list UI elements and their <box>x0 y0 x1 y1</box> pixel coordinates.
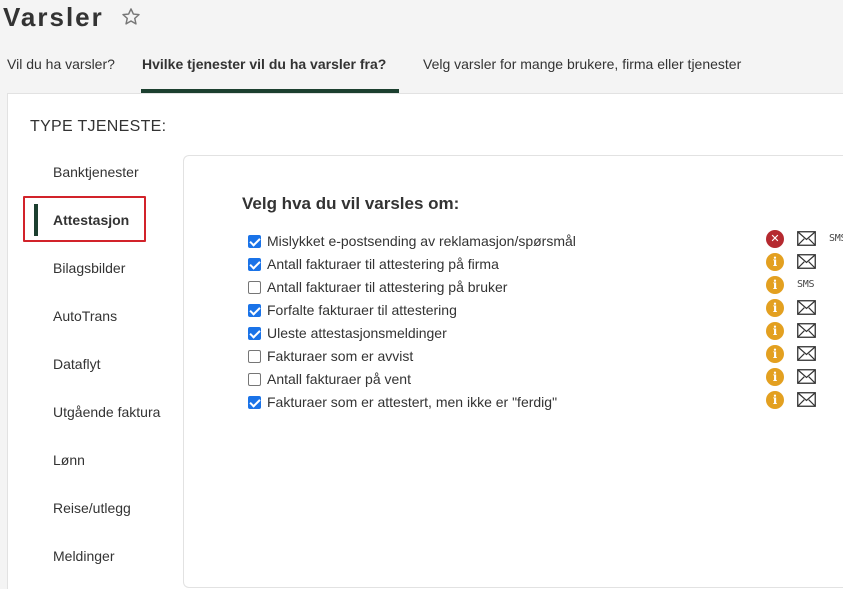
main-panel: TYPE TJENESTE: Banktjenester Attestasjon… <box>7 93 843 589</box>
error-status-icon[interactable]: ✕ <box>766 230 784 248</box>
option-checkbox[interactable] <box>248 280 261 294</box>
notification-options-panel: Velg hva du vil varsles om: Mislykket e-… <box>183 155 843 588</box>
email-icon[interactable] <box>797 300 816 315</box>
sidebar-item-lonn[interactable]: Lønn <box>53 452 85 468</box>
sidebar-item-attestasjon[interactable]: Attestasjon <box>53 212 129 228</box>
option-row: Fakturaer som er avvist <box>248 346 413 366</box>
option-label: Forfalte fakturaer til attestering <box>267 302 457 318</box>
option-label: Antall fakturaer på vent <box>267 371 411 387</box>
option-label: Fakturaer som er avvist <box>267 348 414 364</box>
option-checkbox[interactable] <box>248 326 261 340</box>
option-checkbox[interactable] <box>248 349 261 363</box>
option-row: Uleste attestasjonsmeldinger <box>248 323 447 343</box>
sidebar-item-utgaende-faktura[interactable]: Utgående faktura <box>53 404 160 420</box>
option-label: Antall fakturaer til attestering på bruk… <box>267 279 508 295</box>
sms-icon[interactable]: SMS <box>797 279 814 290</box>
email-icon[interactable] <box>797 392 816 407</box>
sms-icon[interactable]: SMS <box>829 233 843 244</box>
option-row: Fakturaer som er attestert, men ikke er … <box>248 392 557 412</box>
option-checkbox[interactable] <box>248 257 261 271</box>
info-icon[interactable]: i <box>766 391 784 409</box>
tab-tjenester[interactable]: Hvilke tjenester vil du ha varsler fra? <box>142 56 386 72</box>
option-label: Mislykket e-postsending av reklamasjon/s… <box>267 233 576 249</box>
email-icon[interactable] <box>797 231 816 246</box>
option-row: Antall fakturaer til attestering på bruk… <box>248 277 507 297</box>
sidebar-item-meldinger[interactable]: Meldinger <box>53 548 114 564</box>
info-icon[interactable]: i <box>766 299 784 317</box>
option-label: Antall fakturaer til attestering på firm… <box>267 256 499 272</box>
info-icon[interactable]: i <box>766 276 784 294</box>
option-row: Antall fakturaer til attestering på firm… <box>248 254 499 274</box>
option-checkbox[interactable] <box>248 303 261 317</box>
info-icon[interactable]: i <box>766 368 784 386</box>
tab-bar: Vil du ha varsler? Hvilke tjenester vil … <box>0 40 843 93</box>
page-title: Varsler <box>3 2 104 32</box>
email-icon[interactable] <box>797 323 816 338</box>
options-heading: Velg hva du vil varsles om: <box>242 194 460 213</box>
sidebar-item-autotrans[interactable]: AutoTrans <box>53 308 117 324</box>
info-icon[interactable]: i <box>766 322 784 340</box>
email-icon[interactable] <box>797 369 816 384</box>
option-label: Fakturaer som er attestert, men ikke er … <box>267 394 558 410</box>
option-label: Uleste attestasjonsmeldinger <box>267 325 447 341</box>
sidebar-item-reise-utlegg[interactable]: Reise/utlegg <box>53 500 131 516</box>
tab-varsler[interactable]: Vil du ha varsler? <box>7 56 115 72</box>
active-item-indicator <box>34 204 38 236</box>
option-checkbox[interactable] <box>248 372 261 386</box>
option-row: Mislykket e-postsending av reklamasjon/s… <box>248 231 576 251</box>
email-icon[interactable] <box>797 346 816 361</box>
sidebar-item-bilagsbilder[interactable]: Bilagsbilder <box>53 260 125 276</box>
option-row: Antall fakturaer på vent <box>248 369 411 389</box>
star-outline-icon[interactable] <box>120 6 142 28</box>
service-type-heading: TYPE TJENESTE: <box>30 118 167 135</box>
option-checkbox[interactable] <box>248 234 261 248</box>
info-icon[interactable]: i <box>766 253 784 271</box>
tab-mange-brukere[interactable]: Velg varsler for mange brukere, firma el… <box>423 56 741 72</box>
page-header: Varsler Vil du ha varsler? Hvilke tjenes… <box>0 0 843 93</box>
option-row: Forfalte fakturaer til attestering <box>248 300 457 320</box>
info-icon[interactable]: i <box>766 345 784 363</box>
sidebar-item-dataflyt[interactable]: Dataflyt <box>53 356 100 372</box>
sidebar-item-banktjenester[interactable]: Banktjenester <box>53 164 139 180</box>
email-icon[interactable] <box>797 254 816 269</box>
option-checkbox[interactable] <box>248 395 261 409</box>
